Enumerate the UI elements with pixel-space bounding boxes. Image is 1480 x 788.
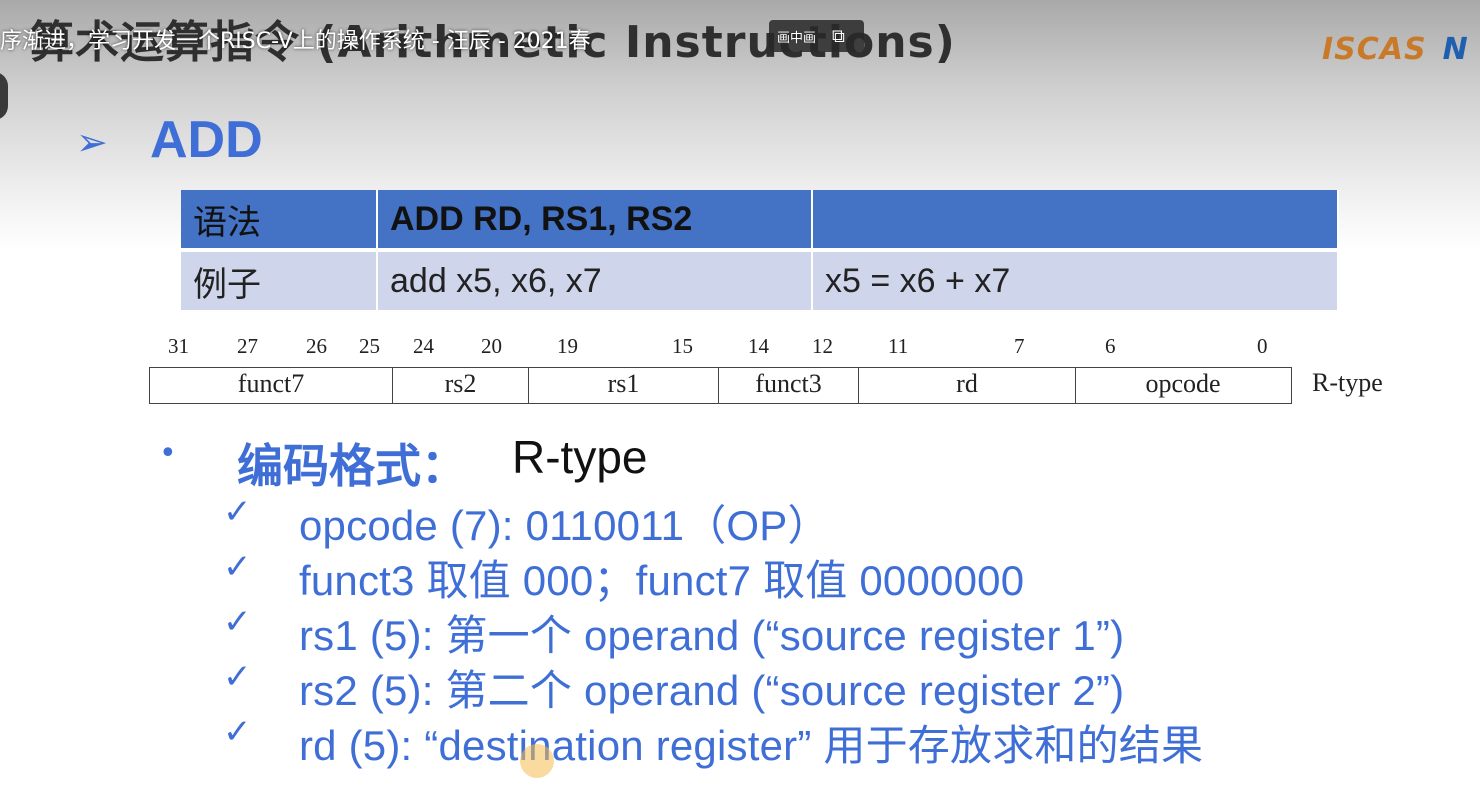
bit-number: 6 [1105, 334, 1116, 358]
bullet-point: funct3 取值 000；funct7 取值 0000000 [299, 557, 1025, 604]
bit-number: 31 [168, 334, 189, 358]
mouse-cursor-highlight [520, 744, 554, 778]
field-opcode: opcode [1145, 369, 1221, 398]
bit-number: 11 [888, 334, 909, 358]
syntax-table: 语法 ADD RD, RS1, RS2 例子 add x5, x6, x7 x5… [181, 190, 1339, 310]
bit-number: 7 [1014, 334, 1025, 358]
field-funct7: funct7 [150, 368, 393, 403]
bit-number: 14 [748, 334, 769, 358]
encoding-format-row: funct7 rs2 rs1 funct3 rd opcode [149, 367, 1292, 404]
check-icon: ✓ [223, 602, 252, 642]
bullet-point: rs2 (5): 第二个 operand (“source register 2… [299, 667, 1125, 714]
instruction-heading: ADD [150, 111, 263, 169]
bit-number: 20 [481, 334, 502, 358]
picture-in-picture-button[interactable]: 画中画 ⧉ [769, 20, 864, 52]
bit-number: 27 [237, 334, 258, 358]
bullet-point: opcode (7): 0110011（OP） [299, 502, 830, 549]
bit-number: 26 [306, 334, 327, 358]
table-cell: 例子 [181, 248, 378, 310]
format-label: 编码格式： [237, 439, 467, 493]
format-value: R-type [512, 431, 648, 483]
table-cell: 语法 [181, 190, 378, 248]
bit-number: 19 [557, 334, 578, 358]
bit-number: 15 [672, 334, 693, 358]
bit-number: 12 [812, 334, 833, 358]
video-title: 序渐进，学习开发一个RISC-V上的操作系统 - 汪辰 - 2021春 [0, 29, 591, 54]
check-icon: ✓ [223, 547, 252, 587]
bit-number: 0 [1257, 334, 1268, 358]
check-icon: ✓ [223, 712, 252, 752]
field-rs2: rs2 [393, 368, 529, 403]
table-row: 例子 add x5, x6, x7 x5 = x6 + x7 [181, 248, 1339, 310]
check-icon: ✓ [223, 492, 252, 532]
encoding-type-label: R-type [1312, 368, 1383, 397]
field-funct3: funct3 [719, 368, 859, 403]
bullet-point: rd (5): “destination register” 用于存放求和的结果 [299, 722, 1204, 769]
table-cell: ADD RD, RS1, RS2 [378, 190, 813, 248]
arrow-bullet-icon: ➢ [76, 120, 108, 164]
bit-number: 25 [359, 334, 380, 358]
table-cell: add x5, x6, x7 [378, 248, 813, 310]
bullet-point: rs1 (5): 第一个 operand (“source register 1… [299, 612, 1125, 659]
table-row: 语法 ADD RD, RS1, RS2 [181, 190, 1339, 248]
field-rd: rd [859, 368, 1076, 403]
bullet-dot-icon: • [159, 436, 177, 471]
pip-icon: ⧉ [832, 25, 845, 47]
iscas-logo: ISCAS N [1322, 32, 1469, 67]
table-cell [813, 190, 1339, 248]
table-cell: x5 = x6 + x7 [813, 248, 1339, 310]
bit-number: 24 [413, 334, 434, 358]
pip-label: 画中画 [777, 30, 817, 46]
check-icon: ✓ [223, 657, 252, 697]
field-rs1: rs1 [529, 368, 719, 403]
